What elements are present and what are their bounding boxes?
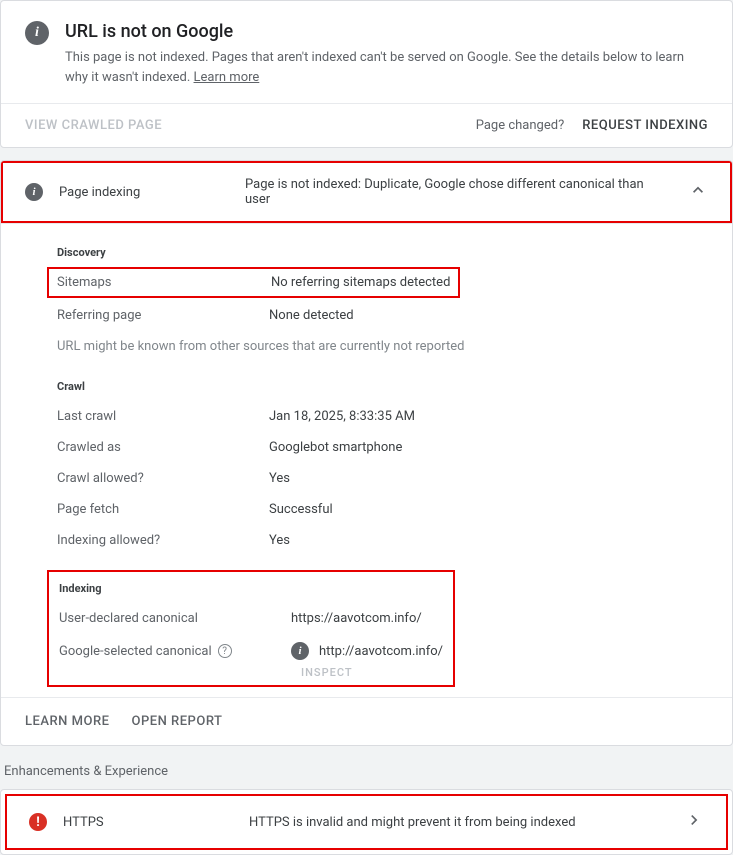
sitemaps-row: Sitemaps No referring sitemaps detected bbox=[47, 267, 460, 298]
enhancements-heading: Enhancements & Experience bbox=[4, 764, 733, 779]
last-crawl-value: Jan 18, 2025, 8:33:35 AM bbox=[269, 409, 708, 424]
page-fetch-key: Page fetch bbox=[57, 502, 269, 517]
error-icon: ! bbox=[29, 813, 47, 831]
https-label: HTTPS bbox=[63, 815, 233, 830]
info-icon: i bbox=[291, 642, 309, 660]
crawled-as-value: Googlebot smartphone bbox=[269, 440, 708, 455]
google-canonical-key: Google-selected canonical ? bbox=[59, 644, 291, 659]
sitemaps-value: No referring sitemaps detected bbox=[271, 275, 450, 290]
crawled-as-key: Crawled as bbox=[57, 440, 269, 455]
url-status-card: i URL is not on Google This page is not … bbox=[0, 0, 733, 148]
page-indexing-status: Page is not indexed: Duplicate, Google c… bbox=[245, 177, 672, 207]
info-icon: i bbox=[25, 183, 43, 201]
indexing-details: Discovery Sitemaps No referring sitemaps… bbox=[1, 223, 732, 687]
note-text: URL might be known from other sources th… bbox=[57, 339, 464, 354]
page-indexing-card: i Page indexing Page is not indexed: Dup… bbox=[0, 160, 733, 746]
header-main: i URL is not on Google This page is not … bbox=[1, 1, 732, 103]
learn-more-link[interactable]: Learn more bbox=[194, 70, 260, 85]
indexing-footer-actions: LEARN MORE OPEN REPORT bbox=[1, 697, 732, 745]
https-expand-row[interactable]: ! HTTPS HTTPS is invalid and might preve… bbox=[5, 794, 728, 850]
discovery-title: Discovery bbox=[57, 246, 708, 259]
google-canonical-url: http://aavotcom.info/ bbox=[319, 644, 443, 659]
crawled-as-row: Crawled as Googlebot smartphone bbox=[57, 432, 708, 463]
desc-text: This page is not indexed. Pages that are… bbox=[65, 50, 684, 85]
help-icon[interactable]: ? bbox=[218, 644, 232, 658]
page-fetch-row: Page fetch Successful bbox=[57, 494, 708, 525]
sitemaps-key: Sitemaps bbox=[57, 275, 271, 290]
page-changed-label: Page changed? bbox=[476, 118, 565, 133]
actions-right: Page changed? REQUEST INDEXING bbox=[476, 118, 708, 133]
header-text: URL is not on Google This page is not in… bbox=[65, 21, 708, 87]
crawl-title: Crawl bbox=[57, 380, 708, 393]
indexing-section-title: Indexing bbox=[59, 582, 443, 595]
chevron-right-icon bbox=[684, 810, 704, 834]
last-crawl-key: Last crawl bbox=[57, 409, 269, 424]
referring-page-key: Referring page bbox=[57, 308, 269, 323]
https-card: ! HTTPS HTTPS is invalid and might preve… bbox=[0, 789, 733, 855]
page-indexing-expand-row[interactable]: i Page indexing Page is not indexed: Dup… bbox=[1, 161, 732, 223]
learn-more-button[interactable]: LEARN MORE bbox=[25, 714, 109, 729]
crawl-allowed-value: Yes bbox=[269, 471, 708, 486]
page-indexing-label: Page indexing bbox=[59, 185, 229, 200]
google-canonical-key-text: Google-selected canonical bbox=[59, 644, 212, 659]
google-canonical-row: Google-selected canonical ? i http://aav… bbox=[59, 634, 443, 668]
last-crawl-row: Last crawl Jan 18, 2025, 8:33:35 AM bbox=[57, 401, 708, 432]
chevron-up-icon bbox=[688, 180, 708, 204]
request-indexing-button[interactable]: REQUEST INDEXING bbox=[582, 118, 708, 133]
indexing-allowed-value: Yes bbox=[269, 533, 708, 548]
inspect-button[interactable]: INSPECT bbox=[301, 666, 443, 679]
referring-page-row: Referring page None detected bbox=[57, 300, 708, 331]
user-canonical-row: User-declared canonical https://aavotcom… bbox=[59, 603, 443, 634]
open-report-button[interactable]: OPEN REPORT bbox=[131, 714, 222, 729]
indexing-allowed-row: Indexing allowed? Yes bbox=[57, 525, 708, 556]
discovery-note: URL might be known from other sources th… bbox=[57, 331, 708, 362]
page-fetch-value: Successful bbox=[269, 502, 708, 517]
page-title: URL is not on Google bbox=[65, 21, 708, 42]
indexing-allowed-key: Indexing allowed? bbox=[57, 533, 269, 548]
crawl-allowed-row: Crawl allowed? Yes bbox=[57, 463, 708, 494]
page-description: This page is not indexed. Pages that are… bbox=[65, 48, 708, 87]
view-crawled-page-button: VIEW CRAWLED PAGE bbox=[25, 118, 162, 133]
referring-page-value: None detected bbox=[269, 308, 708, 323]
header-actions: VIEW CRAWLED PAGE Page changed? REQUEST … bbox=[1, 103, 732, 147]
indexing-section-box: Indexing User-declared canonical https:/… bbox=[47, 570, 455, 687]
info-icon: i bbox=[25, 21, 49, 45]
user-canonical-value: https://aavotcom.info/ bbox=[291, 611, 443, 626]
user-canonical-key: User-declared canonical bbox=[59, 611, 291, 626]
crawl-allowed-key: Crawl allowed? bbox=[57, 471, 269, 486]
https-status: HTTPS is invalid and might prevent it fr… bbox=[249, 815, 668, 830]
google-canonical-value: i http://aavotcom.info/ bbox=[291, 642, 443, 660]
